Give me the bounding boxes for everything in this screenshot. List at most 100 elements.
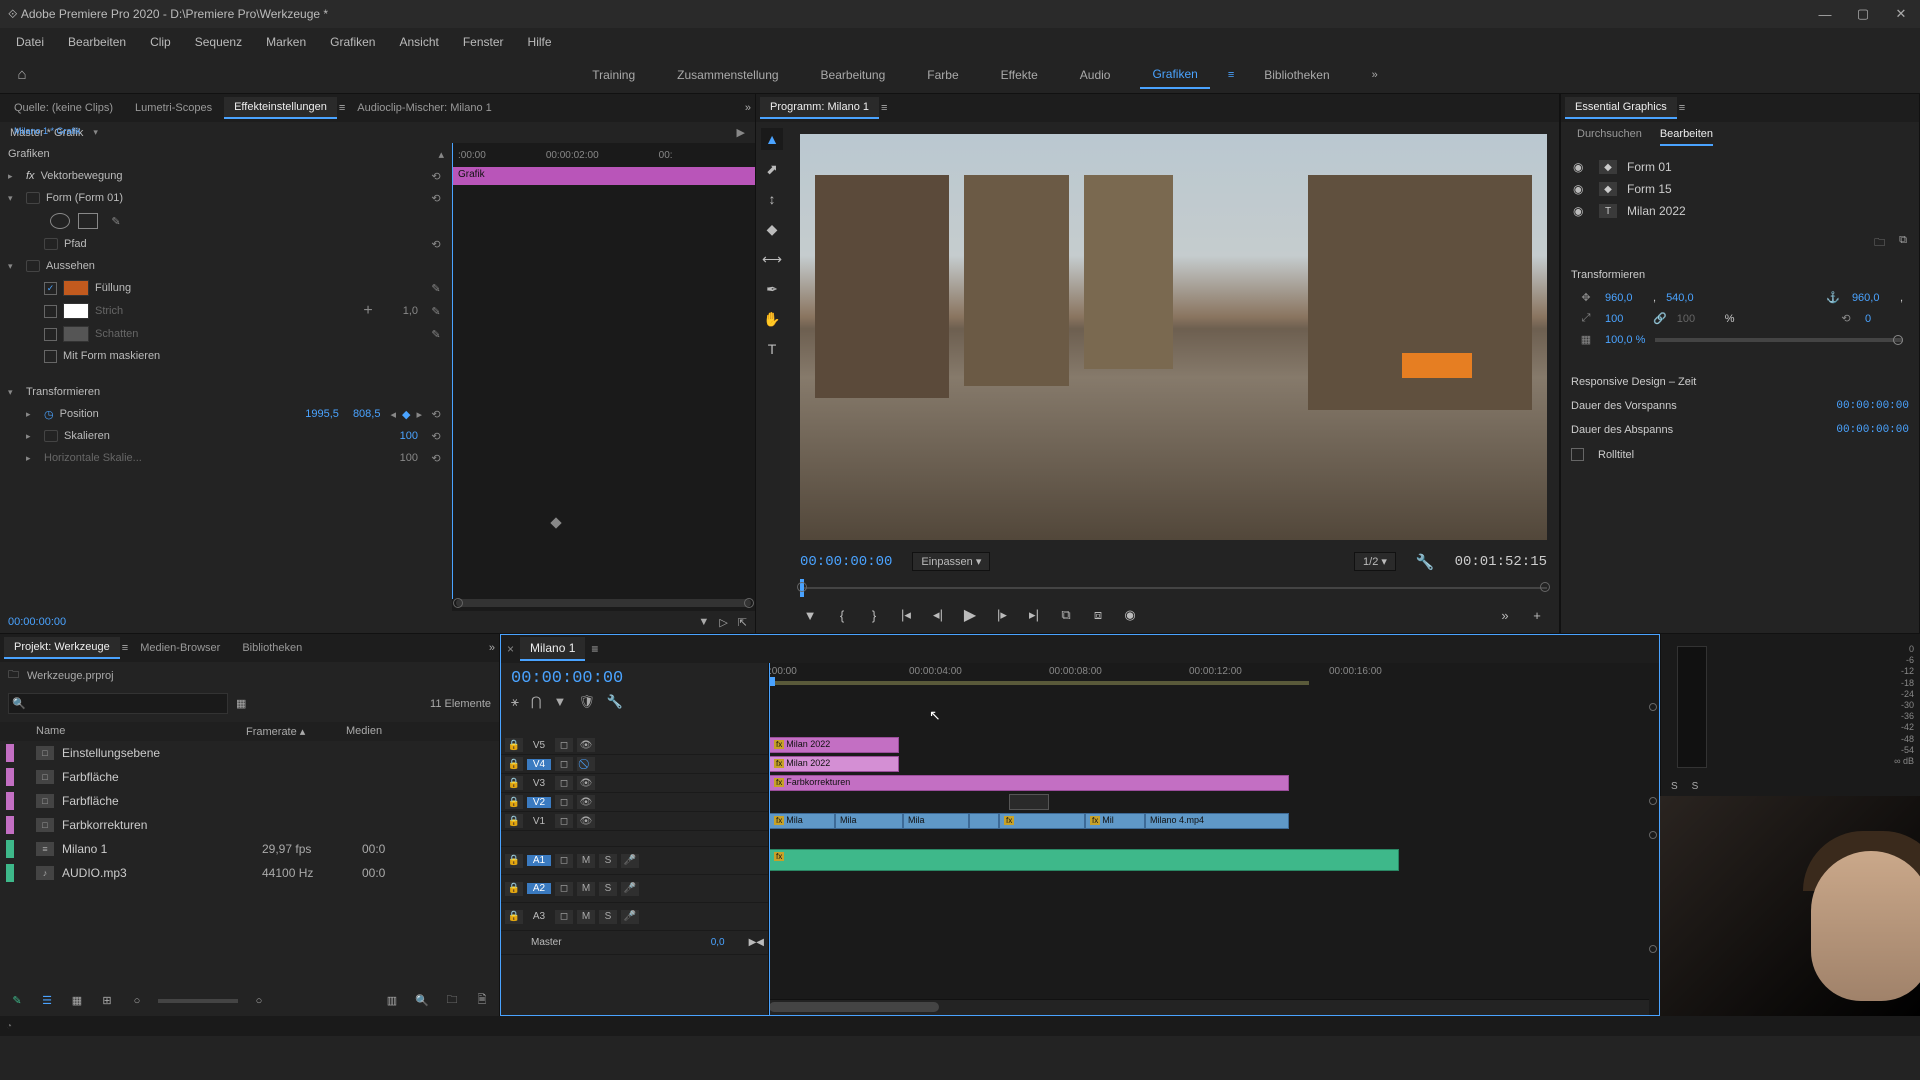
tab-lumetri[interactable]: Lumetri-Scopes: [125, 98, 222, 118]
menu-clip[interactable]: Clip: [140, 31, 181, 53]
scale-value[interactable]: 100: [396, 430, 422, 442]
tab-media-browser[interactable]: Medien-Browser: [130, 638, 230, 658]
eye-off-icon[interactable]: ⃠: [577, 757, 595, 771]
eye-icon[interactable]: 👁: [577, 814, 595, 828]
eg-anchor[interactable]: 960,0: [1852, 292, 1890, 304]
track-v5[interactable]: V5: [527, 740, 551, 751]
clip-v2-gap[interactable]: [1009, 794, 1049, 810]
reset-icon[interactable]: ⟲: [428, 192, 444, 205]
voiceover-icon[interactable]: 🎤: [621, 882, 639, 896]
tab-source[interactable]: Quelle: (keine Clips): [4, 98, 123, 118]
zoom-in-icon[interactable]: ○: [250, 995, 268, 1007]
program-scrub[interactable]: [800, 579, 1547, 597]
export-icon[interactable]: ⇱: [738, 616, 747, 629]
voiceover-icon[interactable]: 🎤: [621, 854, 639, 868]
eyedropper-icon[interactable]: ✎: [428, 305, 444, 318]
eyedropper-icon[interactable]: ✎: [428, 282, 444, 295]
clip-v3[interactable]: fxFarbkorrekturen: [769, 775, 1289, 791]
fill-swatch[interactable]: [63, 280, 89, 296]
stroke-checkbox[interactable]: [44, 305, 57, 318]
new-item-icon[interactable]: 🗎: [473, 991, 491, 1010]
icon-view-icon[interactable]: ▦: [68, 994, 86, 1007]
lock-icon[interactable]: 🔒: [505, 776, 523, 790]
program-tc-out[interactable]: 00:01:52:15: [1455, 554, 1547, 570]
transform-heading[interactable]: Transformieren: [26, 386, 444, 398]
master-value[interactable]: 0,0: [711, 937, 725, 948]
stroke-label[interactable]: Strich: [95, 305, 357, 317]
clip-v1[interactable]: fxMila: [769, 813, 835, 829]
target-icon[interactable]: ◻: [555, 882, 573, 896]
col-name[interactable]: Name: [6, 725, 246, 738]
fit-dropdown[interactable]: Einpassen ▾: [912, 552, 990, 571]
ws-bearbeitung[interactable]: Bearbeitung: [809, 62, 898, 88]
maximize-button[interactable]: ▢: [1844, 0, 1882, 28]
shadow-checkbox[interactable]: [44, 328, 57, 341]
tab-program[interactable]: Programm: Milano 1: [760, 97, 879, 119]
project-item[interactable]: ♪AUDIO.mp344100 Hz00:0: [0, 861, 499, 885]
clip-graphic-label[interactable]: Milano 1 * Grafik: [10, 125, 85, 141]
next-kf-icon[interactable]: ▸: [416, 408, 422, 421]
tab-effects-menu-icon[interactable]: ≡: [339, 102, 345, 114]
chevron-icon[interactable]: ▾: [8, 387, 20, 398]
voiceover-icon[interactable]: 🎤: [621, 910, 639, 924]
new-bin-icon[interactable]: 🗀: [443, 991, 461, 1010]
direct-select-icon[interactable]: ⬈: [761, 158, 783, 180]
find-icon[interactable]: 🔍: [413, 994, 431, 1007]
eye-icon[interactable]: 👁: [577, 738, 595, 752]
solo-left[interactable]: S: [1671, 781, 1678, 792]
stroke-width[interactable]: 1,0: [399, 305, 422, 317]
col-media[interactable]: Medien: [346, 725, 426, 738]
pen-tool-icon[interactable]: ✒: [761, 278, 783, 300]
reset-icon[interactable]: ⟲: [428, 452, 444, 465]
program-monitor[interactable]: [800, 134, 1547, 540]
target-icon[interactable]: ◻: [555, 795, 573, 809]
lock-icon[interactable]: 🔒: [505, 757, 523, 771]
collapse-up-icon[interactable]: ▴: [438, 148, 444, 161]
filter-icon[interactable]: ▼: [698, 616, 709, 629]
roll-checkbox[interactable]: [1571, 448, 1584, 461]
menu-bearbeiten[interactable]: Bearbeiten: [58, 31, 136, 53]
shadow-swatch[interactable]: [63, 326, 89, 342]
target-icon[interactable]: ◻: [555, 738, 573, 752]
project-search[interactable]: 🔍: [8, 693, 228, 714]
group-icon[interactable]: ⧉: [1899, 234, 1907, 253]
menu-sequenz[interactable]: Sequenz: [185, 31, 252, 53]
pen-icon[interactable]: ✎: [8, 994, 26, 1007]
lock-icon[interactable]: 🔒: [505, 795, 523, 809]
chevron-icon[interactable]: ▾: [8, 261, 20, 272]
automate-icon[interactable]: ▥: [383, 994, 401, 1007]
clip-v1[interactable]: fx: [999, 813, 1085, 829]
scroll-knob[interactable]: [1649, 831, 1657, 839]
project-item[interactable]: □Farbkorrekturen: [0, 813, 499, 837]
step-back-icon[interactable]: ◂|: [928, 605, 948, 625]
lock-icon[interactable]: 🔒: [505, 738, 523, 752]
mask-checkbox[interactable]: [44, 350, 57, 363]
track-v3[interactable]: V3: [527, 778, 551, 789]
eye-icon[interactable]: 👁: [577, 795, 595, 809]
keyframe-icon[interactable]: [550, 517, 561, 528]
step-icon[interactable]: ▷: [719, 616, 727, 629]
scroll-knob[interactable]: [1649, 703, 1657, 711]
ws-farbe[interactable]: Farbe: [915, 62, 970, 88]
add-marker-icon[interactable]: ▼: [800, 605, 820, 625]
shadow-label[interactable]: Schatten: [95, 328, 422, 340]
mute-button[interactable]: M: [577, 910, 595, 924]
goto-out-icon[interactable]: ▸|: [1024, 605, 1044, 625]
track-v4[interactable]: V4: [527, 759, 551, 770]
target-icon[interactable]: ◻: [555, 757, 573, 771]
clip-audio[interactable]: fx: [769, 849, 1399, 871]
menu-grafiken[interactable]: Grafiken: [320, 31, 385, 53]
reset-icon[interactable]: ⟲: [428, 430, 444, 443]
tab-mixer[interactable]: Audioclip-Mischer: Milano 1: [347, 98, 502, 118]
visibility-icon[interactable]: ◉: [1573, 182, 1589, 196]
chevron-icon[interactable]: ▸: [8, 171, 20, 182]
rect-tool-icon[interactable]: [78, 213, 98, 229]
path-prop[interactable]: Pfad: [64, 238, 422, 250]
eg-rotation[interactable]: 0: [1865, 313, 1903, 325]
scale-prop[interactable]: Skalieren: [64, 430, 390, 442]
visibility-icon[interactable]: ◉: [1573, 204, 1589, 218]
marker-icon[interactable]: ▼: [553, 694, 566, 710]
project-menu-icon[interactable]: ≡: [122, 642, 128, 654]
appearance-prop[interactable]: Aussehen: [46, 260, 444, 272]
chevron-icon[interactable]: ▸: [26, 409, 38, 420]
